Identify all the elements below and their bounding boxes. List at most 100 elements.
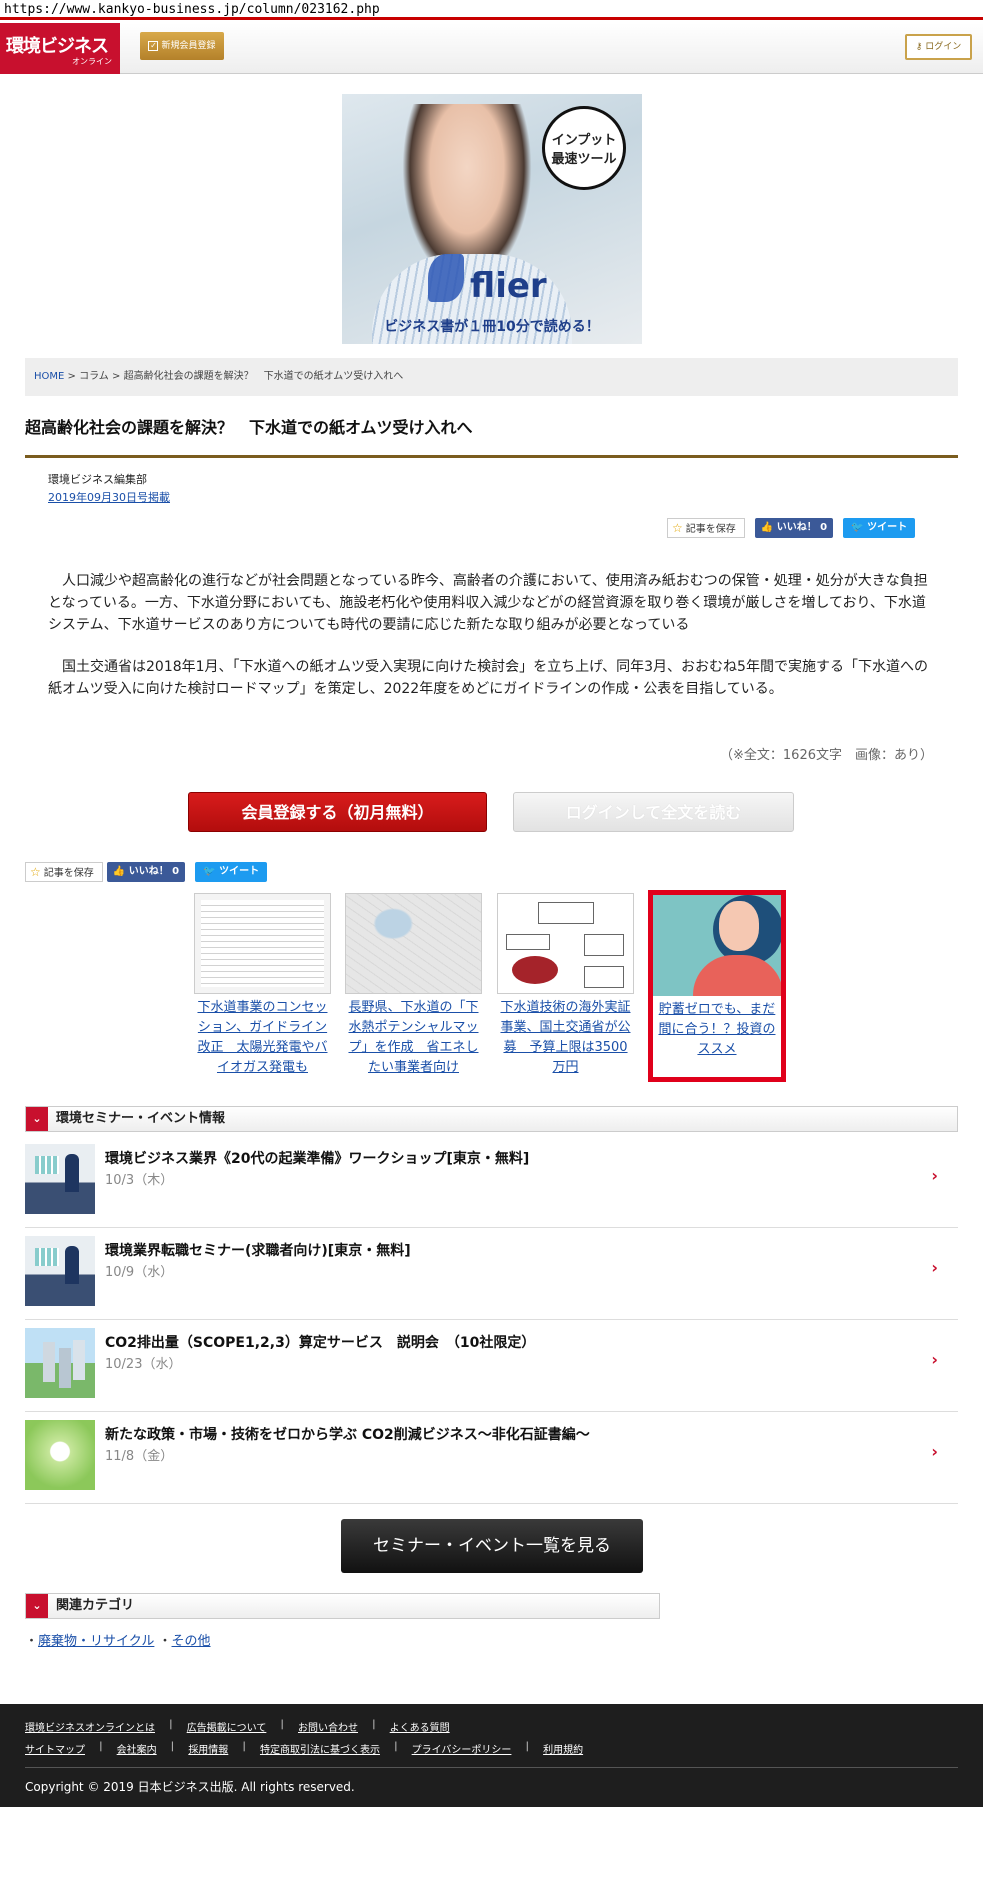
copyright: Copyright © 2019 日本ビジネス出版. All rights re… — [25, 1780, 355, 1794]
footer-links-row-2: サイトマップ | 会社案内 | 採用情報 | 特定商取引法に基づく表示 | プライバシー… — [25, 1741, 584, 1756]
seminar-list-button[interactable]: セミナー・イベント一覧を見る — [341, 1519, 643, 1573]
seminar-item[interactable]: 環境業界転職セミナー(求職者向け)[東京・無料] 10/9（水） › — [25, 1228, 958, 1320]
breadcrumb-column: コラム — [79, 371, 109, 382]
flier-ad-banner[interactable]: インプット 最速ツール flier ビジネス書が１冊10分で読める！ — [342, 94, 642, 344]
breadcrumb-sep: > — [112, 371, 121, 382]
seminar-date: 10/23（水） — [105, 1357, 182, 1372]
tweet-label: ツイート — [867, 522, 908, 533]
chevron-right-icon[interactable]: › — [931, 1442, 938, 1461]
footer-divider — [25, 1767, 958, 1768]
footer-link[interactable]: 会社案内 — [117, 1741, 157, 1756]
chevron-right-icon[interactable]: › — [931, 1350, 938, 1369]
social-bar-top: ☆ 記事を保存 👍 いいね！ 0 🐦 ツイート — [667, 518, 916, 538]
tweet-button[interactable]: 🐦 ツイート — [843, 518, 916, 538]
footer-link[interactable]: 採用情報 — [188, 1741, 228, 1756]
related-article-card[interactable]: 長野県、下水道の「下水熱ポテンシャルマップ」を作成 省エネしたい事業者向け — [345, 893, 482, 1078]
seminar-title[interactable]: 環境ビジネス業界《20代の起業準備》ワークショップ[東京・無料] — [105, 1148, 529, 1168]
seminar-thumbnail — [25, 1236, 95, 1306]
footer-link[interactable]: プライバシーポリシー — [412, 1741, 512, 1756]
category-link[interactable]: 廃棄物・リサイクル — [38, 1634, 154, 1649]
ad-badge-line2: 最速ツール — [551, 152, 617, 167]
logo-sub-text: オンライン — [72, 57, 112, 66]
seminar-item[interactable]: 環境ビジネス業界《20代の起業準備》ワークショップ[東京・無料] 10/3（木）… — [25, 1136, 958, 1228]
related-article-link[interactable]: 下水道事業のコンセッション、ガイドライン改正 太陽光発電やバイオガス発電も — [194, 998, 331, 1078]
chevron-right-icon[interactable]: › — [931, 1258, 938, 1277]
site-header: 環境ビジネス オンライン ✓ 新規会員登録 ⚷ ログイン — [0, 23, 983, 74]
seminar-date: 11/8（金） — [105, 1449, 174, 1464]
thumbs-up-icon: 👍 — [760, 522, 774, 533]
login-button[interactable]: ⚷ ログイン — [905, 34, 972, 60]
breadcrumb: HOME > コラム > 超高齢化社会の課題を解決？ 下水道での紙オムツ受け入れ… — [25, 358, 958, 396]
related-article-thumbnail — [194, 893, 331, 994]
footer-link[interactable]: サイトマップ — [25, 1741, 85, 1756]
footer-link[interactable]: 特定商取引法に基づく表示 — [260, 1741, 380, 1756]
related-article-card[interactable]: 下水道事業のコンセッション、ガイドライン改正 太陽光発電やバイオガス発電も — [194, 893, 331, 1078]
browser-url-bar[interactable]: https://www.kankyo-business.jp/column/02… — [0, 0, 983, 20]
seminar-title[interactable]: CO2排出量（SCOPE1,2,3）算定サービス 説明会 （10社限定） — [105, 1332, 535, 1352]
register-button[interactable]: ✓ 新規会員登録 — [140, 32, 224, 60]
tweet-button[interactable]: 🐦 ツイート — [195, 862, 268, 882]
seminar-title[interactable]: 環境業界転職セミナー(求職者向け)[東京・無料] — [105, 1240, 411, 1260]
save-article-button[interactable]: ☆ 記事を保存 — [667, 518, 745, 538]
save-label: 記事を保存 — [43, 868, 94, 879]
sponsored-article-thumbnail — [653, 895, 781, 996]
related-article-link[interactable]: 下水道技術の海外実証事業、国土交通省が公募 予算上限は3500万円 — [497, 998, 634, 1078]
ad-brand: flier — [470, 266, 547, 306]
related-article-link[interactable]: 長野県、下水道の「下水熱ポテンシャルマップ」を作成 省エネしたい事業者向け — [345, 998, 482, 1078]
logo-main-text: 環境ビジネス — [6, 36, 109, 57]
footer-links-row-1: 環境ビジネスオンラインとは | 広告掲載について | お問い合わせ | よくある質問 — [25, 1719, 450, 1734]
related-articles: 下水道事業のコンセッション、ガイドライン改正 太陽光発電やバイオガス発電も 長野… — [194, 890, 794, 1093]
category-section-heading: ⌄ 関連カテゴリ — [25, 1593, 660, 1619]
breadcrumb-sep: > — [67, 371, 76, 382]
chevron-down-icon: ⌄ — [26, 1594, 48, 1618]
flier-logo-icon — [428, 254, 464, 302]
site-footer: 環境ビジネスオンラインとは | 広告掲載について | お問い合わせ | よくある質問 … — [0, 1704, 983, 1807]
related-article-card[interactable]: 下水道技術の海外実証事業、国土交通省が公募 予算上限は3500万円 — [497, 893, 634, 1078]
article-title: 超高齢化社会の課題を解決？ 下水道での紙オムツ受け入れへ — [25, 418, 473, 437]
site-logo[interactable]: 環境ビジネス オンライン — [0, 23, 120, 74]
ad-tagline: ビジネス書が１冊10分で読める！ — [384, 319, 600, 335]
star-icon: ☆ — [672, 521, 683, 535]
seminar-heading-text: 環境セミナー・イベント情報 — [56, 1111, 226, 1126]
seminar-item[interactable]: CO2排出量（SCOPE1,2,3）算定サービス 説明会 （10社限定） 10/… — [25, 1320, 958, 1412]
save-article-button[interactable]: ☆ 記事を保存 — [25, 862, 103, 882]
chevron-down-icon: ⌄ — [26, 1107, 48, 1131]
chevron-right-icon[interactable]: › — [931, 1166, 938, 1185]
footer-link[interactable]: お問い合わせ — [298, 1719, 358, 1734]
sponsored-article-card[interactable]: 貯蓄ゼロでも、まだ間に合う！？投資のススメ — [648, 890, 786, 1082]
login-read-button[interactable]: ログインして全文を読む — [513, 792, 794, 832]
seminar-thumbnail — [25, 1328, 95, 1398]
tweet-label: ツイート — [219, 866, 260, 877]
category-heading-text: 関連カテゴリ — [56, 1598, 135, 1613]
save-label: 記事を保存 — [685, 524, 736, 535]
member-register-button[interactable]: 会員登録する（初月無料） — [188, 792, 487, 832]
category-links: ・廃棄物・リサイクル ・その他 — [25, 1634, 211, 1649]
login-button-label: ログイン — [925, 42, 962, 52]
seminar-date: 10/9（水） — [105, 1265, 174, 1280]
seminar-date: 10/3（木） — [105, 1173, 174, 1188]
related-article-thumbnail — [345, 893, 482, 994]
seminar-title[interactable]: 新たな政策・市場・技術をゼロから学ぶ CO2削減ビジネス～非化石証書編～ — [105, 1424, 590, 1444]
category-link[interactable]: その他 — [172, 1634, 211, 1649]
twitter-bird-icon: 🐦 — [851, 522, 864, 533]
like-label: いいね！ 0 — [776, 522, 828, 533]
breadcrumb-home-link[interactable]: HOME — [34, 371, 64, 382]
breadcrumb-current: 超高齢化社会の課題を解決？ 下水道での紙オムツ受け入れへ — [123, 371, 404, 382]
footer-link[interactable]: よくある質問 — [390, 1719, 450, 1734]
star-icon: ☆ — [30, 865, 41, 879]
footer-link[interactable]: 広告掲載について — [187, 1719, 267, 1734]
article-date-link[interactable]: 2019年09月30日号掲載 — [48, 489, 170, 505]
footer-link[interactable]: 利用規約 — [543, 1741, 583, 1756]
thumbs-up-icon: 👍 — [112, 866, 126, 877]
key-icon: ⚷ — [915, 42, 923, 52]
title-divider — [25, 455, 958, 458]
related-article-thumbnail — [497, 893, 634, 994]
facebook-like-button[interactable]: 👍 いいね！ 0 — [106, 862, 186, 882]
footer-link[interactable]: 環境ビジネスオンラインとは — [25, 1719, 155, 1734]
seminar-thumbnail — [25, 1420, 95, 1490]
social-bar-bottom: ☆ 記事を保存 👍 いいね！ 0 🐦 ツイート — [25, 862, 268, 882]
seminar-item[interactable]: 新たな政策・市場・技術をゼロから学ぶ CO2削減ビジネス～非化石証書編～ 11/… — [25, 1412, 958, 1504]
facebook-like-button[interactable]: 👍 いいね！ 0 — [754, 518, 834, 538]
sponsored-article-link[interactable]: 貯蓄ゼロでも、まだ間に合う！？投資のススメ — [653, 1000, 781, 1060]
like-label: いいね！ 0 — [128, 866, 180, 877]
